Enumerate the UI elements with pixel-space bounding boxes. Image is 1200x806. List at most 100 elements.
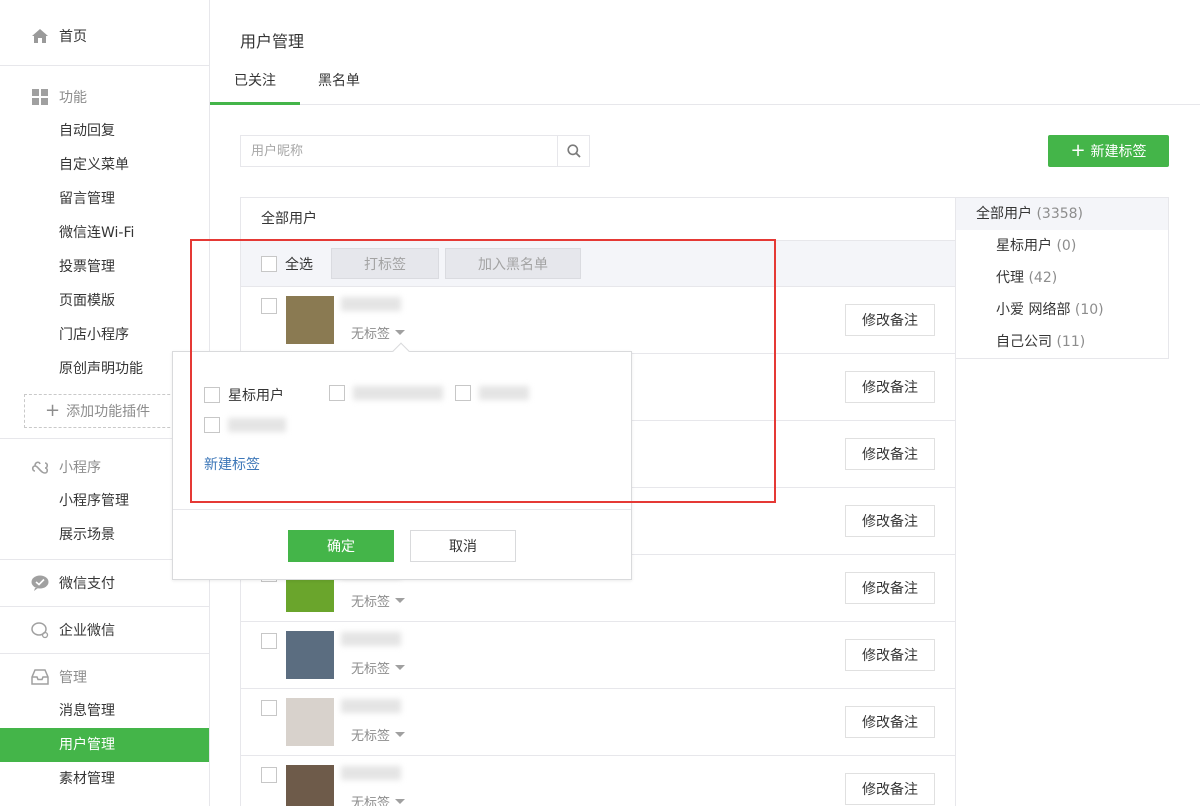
- group-name: 星标用户: [996, 238, 1052, 254]
- edit-remark-button[interactable]: 修改备注: [845, 639, 935, 671]
- sidebar-item-enterprise-wechat[interactable]: 企业微信: [0, 613, 209, 647]
- edit-remark-button[interactable]: 修改备注: [845, 438, 935, 470]
- sidebar-item-home[interactable]: 首页: [0, 19, 209, 53]
- group-item[interactable]: 代理 (42): [956, 262, 1168, 294]
- group-name: 自己公司: [996, 334, 1052, 350]
- home-icon: [30, 26, 50, 46]
- sidebar-heading-label: 小程序: [59, 460, 101, 476]
- popover-new-tag-link[interactable]: 新建标签: [204, 454, 260, 474]
- sidebar-item-comments[interactable]: 留言管理: [0, 182, 209, 216]
- tag-option-checkbox[interactable]: [204, 417, 220, 433]
- row-checkbox[interactable]: [261, 633, 277, 649]
- page-title: 用户管理: [240, 32, 305, 51]
- group-name: 小爱 网络部: [996, 302, 1071, 318]
- tab-followed[interactable]: 已关注: [210, 62, 300, 105]
- table-row: 无标签 修改备注: [241, 287, 955, 354]
- confirm-button[interactable]: 确定: [288, 530, 394, 562]
- group-item[interactable]: 自己公司 (11): [956, 326, 1168, 358]
- plus-icon: +: [45, 400, 61, 421]
- row-checkbox[interactable]: [261, 700, 277, 716]
- blacklist-button[interactable]: 加入黑名单: [445, 248, 581, 279]
- caret-down-icon: [395, 732, 406, 737]
- tag-dropdown[interactable]: 无标签: [351, 792, 406, 806]
- tag-button[interactable]: 打标签: [331, 248, 439, 279]
- tag-option[interactable]: [455, 385, 529, 401]
- grid-icon: [30, 87, 50, 107]
- tab-bar: 已关注 黑名单: [210, 62, 1200, 105]
- group-item[interactable]: 小爱 网络部 (10): [956, 294, 1168, 326]
- edit-remark-button[interactable]: 修改备注: [845, 371, 935, 403]
- avatar: [286, 631, 334, 679]
- select-all-label: 全选: [285, 256, 313, 273]
- tab-blacklist[interactable]: 黑名单: [318, 62, 360, 105]
- sidebar-item-material-manage[interactable]: 素材管理: [0, 762, 209, 796]
- tag-dropdown[interactable]: 无标签: [351, 323, 406, 342]
- add-plugin-label: 添加功能插件: [66, 404, 151, 420]
- tag-option-star[interactable]: 星标用户: [204, 385, 284, 405]
- edit-remark-button[interactable]: 修改备注: [845, 572, 935, 604]
- enterprise-wechat-icon: [30, 620, 50, 640]
- plus-icon: +: [1070, 140, 1086, 161]
- group-count: (3358): [1036, 206, 1084, 222]
- avatar: [286, 698, 334, 746]
- edit-remark-button[interactable]: 修改备注: [845, 706, 935, 738]
- sidebar-item-wifi[interactable]: 微信连Wi-Fi: [0, 216, 209, 250]
- sidebar-section-enterprise: 企业微信: [0, 607, 209, 654]
- row-checkbox[interactable]: [261, 298, 277, 314]
- add-plugin-button[interactable]: + 添加功能插件: [24, 394, 185, 428]
- sidebar-item-custom-menu[interactable]: 自定义菜单: [0, 148, 209, 182]
- row-checkbox[interactable]: [261, 767, 277, 783]
- tag-option-label-hidden: [353, 386, 443, 400]
- group-item[interactable]: 星标用户 (0): [956, 230, 1168, 262]
- tag-option[interactable]: [329, 385, 443, 401]
- tag-option-label: 星标用户: [228, 388, 284, 404]
- tag-dropdown-label: 无标签: [351, 327, 391, 342]
- sidebar-item-page-template[interactable]: 页面模版: [0, 284, 209, 318]
- sidebar-heading-manage: 管理: [0, 660, 209, 694]
- tag-dropdown-label: 无标签: [351, 796, 391, 806]
- avatar: [286, 765, 334, 806]
- search-button[interactable]: [557, 136, 589, 166]
- sidebar-item-label: 微信支付: [59, 576, 115, 592]
- sidebar-item-label: 首页: [59, 29, 87, 45]
- nickname-hidden: [341, 766, 401, 780]
- cancel-button[interactable]: 取消: [410, 530, 516, 562]
- tag-dropdown-label: 无标签: [351, 729, 391, 744]
- new-tag-button[interactable]: + 新建标签: [1048, 135, 1169, 167]
- search-icon: [566, 144, 581, 158]
- list-toolbar: 全选 打标签 加入黑名单: [241, 241, 955, 287]
- tag-option[interactable]: [204, 417, 286, 433]
- edit-remark-button[interactable]: 修改备注: [845, 773, 935, 805]
- edit-remark-button[interactable]: 修改备注: [845, 505, 935, 537]
- sidebar-item-user-manage[interactable]: 用户管理: [0, 728, 209, 762]
- search-input[interactable]: [241, 136, 558, 166]
- sidebar-item-store-miniprogram[interactable]: 门店小程序: [0, 318, 209, 352]
- tag-dropdown[interactable]: 无标签: [351, 725, 406, 744]
- select-all-checkbox[interactable]: [261, 255, 277, 272]
- tag-option-checkbox[interactable]: [455, 385, 471, 401]
- popover-footer: 确定 取消: [173, 509, 631, 580]
- tag-dropdown-label: 无标签: [351, 662, 391, 677]
- sidebar-item-label: 企业微信: [59, 623, 115, 639]
- tag-dropdown[interactable]: 无标签: [351, 591, 406, 610]
- tag-option-checkbox[interactable]: [204, 387, 220, 403]
- new-tag-label: 新建标签: [1090, 144, 1147, 160]
- tag-option-checkbox[interactable]: [329, 385, 345, 401]
- sidebar-heading-functions: 功能: [0, 80, 209, 114]
- table-row: 无标签 修改备注: [241, 756, 955, 806]
- group-name: 代理: [996, 270, 1024, 286]
- tag-dropdown[interactable]: 无标签: [351, 658, 406, 677]
- sidebar-item-message-manage[interactable]: 消息管理: [0, 694, 209, 728]
- group-name: 全部用户: [976, 206, 1032, 222]
- user-list-header: 全部用户: [241, 198, 955, 241]
- sidebar-item-auto-reply[interactable]: 自动回复: [0, 114, 209, 148]
- group-item-all[interactable]: 全部用户 (3358): [956, 198, 1168, 230]
- group-count: (11): [1056, 334, 1086, 350]
- caret-down-icon: [395, 598, 406, 603]
- table-row: 无标签 修改备注: [241, 689, 955, 756]
- edit-remark-button[interactable]: 修改备注: [845, 304, 935, 336]
- sidebar-item-vote[interactable]: 投票管理: [0, 250, 209, 284]
- group-count: (10): [1074, 302, 1104, 318]
- caret-down-icon: [395, 330, 406, 335]
- table-row: 无标签 修改备注: [241, 622, 955, 689]
